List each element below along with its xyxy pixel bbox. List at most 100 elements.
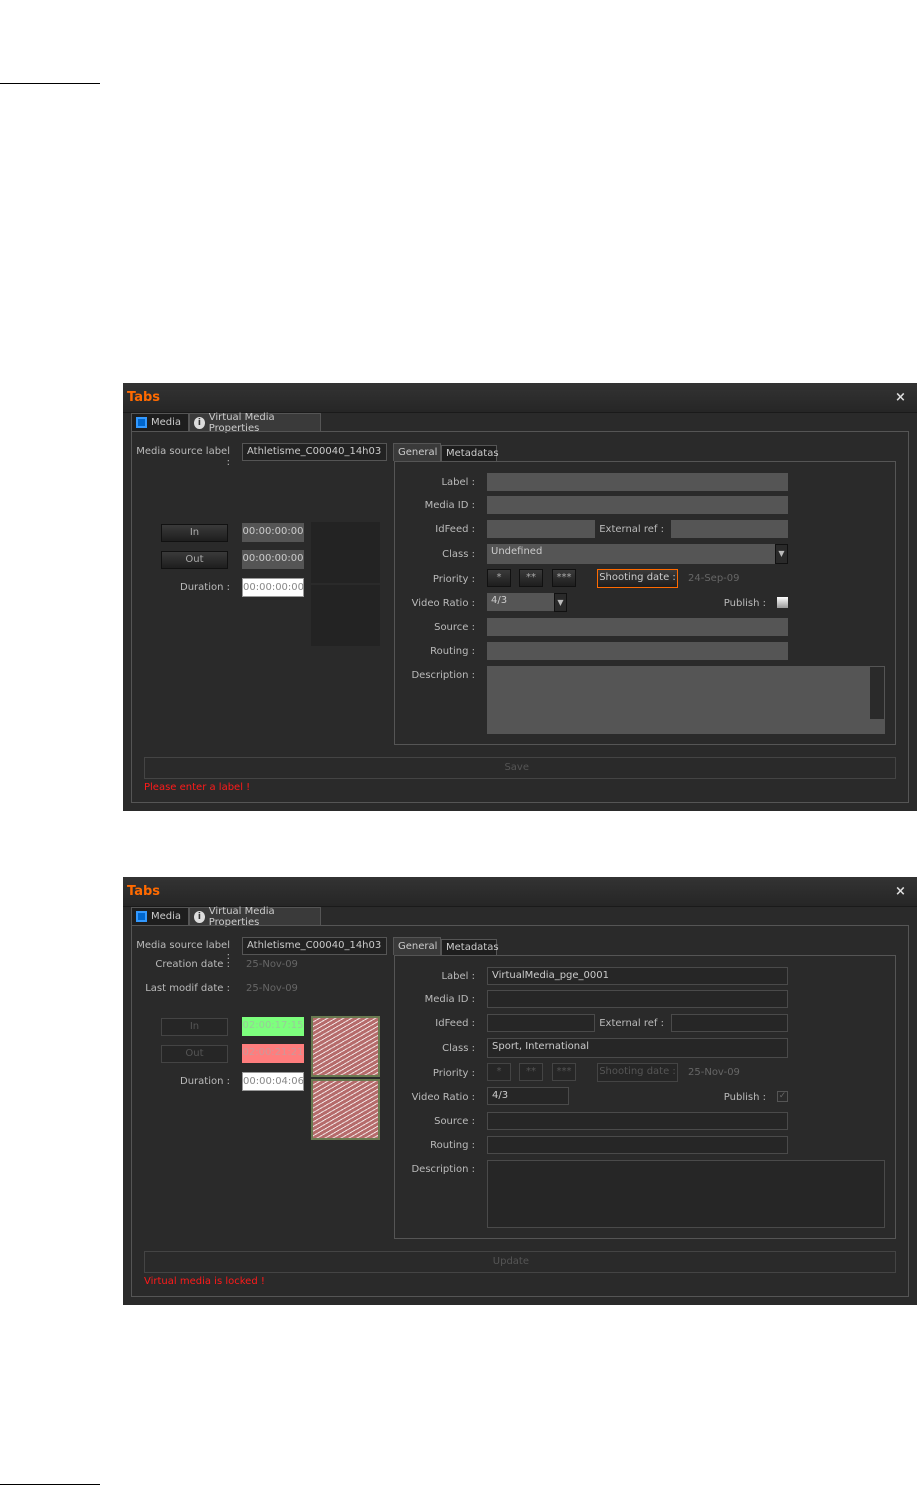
duration-label: Duration : (180, 582, 230, 593)
class-input[interactable]: Undefined (487, 544, 775, 564)
external-ref-input[interactable] (671, 520, 788, 538)
media-source-input[interactable]: Athletisme_C00040_14h03 (242, 937, 387, 955)
out-timecode: 02:00:21:21 (242, 1044, 304, 1063)
last-modif-date-label: Last modif date : (145, 983, 230, 994)
description-label: Description : (411, 670, 475, 681)
video-ratio-input[interactable]: 4/3 (487, 1087, 569, 1105)
priority-1-button[interactable]: * (487, 1063, 511, 1081)
subtab-metadatas[interactable]: Metadatas (441, 445, 499, 461)
label-input[interactable]: VirtualMedia_pge_0001 (487, 967, 788, 985)
routing-label: Routing : (430, 1140, 475, 1151)
external-ref-input[interactable] (671, 1014, 788, 1032)
close-icon[interactable]: × (895, 884, 906, 899)
tab-virtual-media-properties[interactable]: i Virtual Media Properties (189, 906, 321, 928)
tabs-window: Tabs × Media i Virtual Media Properties Media… (123, 877, 917, 1305)
title-bar (123, 877, 917, 907)
source-input[interactable] (487, 618, 788, 636)
tabs-window: Tabs × Media i Virtual Media Properties Media… (123, 383, 917, 811)
in-timecode: 02:00:17:15 (242, 1017, 304, 1036)
media-id-label: Media ID : (424, 500, 475, 511)
priority-1-button[interactable]: * (487, 569, 511, 587)
source-input[interactable] (487, 1112, 788, 1130)
publish-label: Publish : (723, 1092, 766, 1103)
tab-media[interactable]: Media (131, 413, 189, 431)
media-icon (136, 417, 147, 428)
source-label: Source : (434, 622, 475, 633)
shooting-date-value: 24-Sep-09 (688, 573, 740, 584)
creation-date-label: Creation date : (155, 959, 230, 970)
media-id-input[interactable] (487, 496, 788, 514)
publish-checkbox[interactable] (777, 597, 788, 608)
idfeed-label: IdFeed : (435, 524, 475, 535)
tab-virtual-media-properties[interactable]: i Virtual Media Properties (189, 412, 321, 434)
video-ratio-label: Video Ratio : (411, 598, 475, 609)
shooting-date-value: 25-Nov-09 (688, 1067, 740, 1078)
priority-2-button[interactable]: ** (519, 569, 543, 587)
description-input[interactable] (487, 1160, 885, 1228)
routing-input[interactable] (487, 642, 788, 660)
close-icon[interactable]: × (895, 390, 906, 405)
out-thumbnail (311, 1079, 380, 1140)
status-message: Please enter a label ! (144, 782, 251, 793)
update-button[interactable]: Update (144, 1251, 896, 1273)
publish-checkbox[interactable]: ✓ (777, 1091, 788, 1102)
save-button[interactable]: Save (144, 757, 896, 779)
routing-input[interactable] (487, 1136, 788, 1154)
out-button[interactable]: Out (161, 551, 228, 569)
media-source-label: Media source label : (136, 446, 230, 468)
publish-label: Publish : (723, 598, 766, 609)
shooting-date-button[interactable]: Shooting date : (597, 1063, 678, 1082)
video-ratio-chevron-down-icon[interactable]: ▼ (554, 593, 567, 612)
shooting-date-button[interactable]: Shooting date : (597, 569, 678, 588)
out-timecode: 00:00:00:00 (242, 550, 304, 569)
priority-3-button[interactable]: *** (552, 569, 576, 587)
label-label: Label : (441, 477, 475, 488)
last-modif-date-value: 25-Nov-09 (246, 983, 298, 994)
class-label: Class : (442, 1043, 475, 1054)
label-input[interactable] (487, 473, 788, 491)
media-id-input[interactable] (487, 990, 788, 1008)
status-message: Virtual media is locked ! (144, 1276, 265, 1287)
in-thumbnail (311, 522, 380, 583)
priority-2-button[interactable]: ** (519, 1063, 543, 1081)
external-ref-label: External ref : (599, 1018, 664, 1029)
subtab-metadatas[interactable]: Metadatas (441, 939, 499, 955)
subtab-general[interactable]: General (393, 937, 441, 955)
media-source-input[interactable]: Athletisme_C00040_14h03 (242, 443, 387, 461)
source-label: Source : (434, 1116, 475, 1127)
in-timecode: 00:00:00:00 (242, 523, 304, 542)
duration-label: Duration : (180, 1076, 230, 1087)
priority-label: Priority : (432, 1068, 475, 1079)
priority-3-button[interactable]: *** (552, 1063, 576, 1081)
routing-label: Routing : (430, 646, 475, 657)
creation-date-value: 25-Nov-09 (246, 959, 298, 970)
duration-timecode: 00:00:00:00 (242, 578, 304, 597)
tab-media[interactable]: Media (131, 907, 189, 925)
tab-label: Media (151, 417, 182, 428)
duration-timecode: 00:00:04:06 (242, 1072, 304, 1091)
media-icon (136, 911, 147, 922)
class-dropdown-chevron-down-icon[interactable]: ▼ (775, 544, 788, 564)
idfeed-label: IdFeed : (435, 1018, 475, 1029)
out-thumbnail (311, 585, 380, 646)
out-button[interactable]: Out (161, 1045, 228, 1063)
media-id-label: Media ID : (424, 994, 475, 1005)
description-scrollbar[interactable] (870, 667, 884, 719)
document-page: Tabs × Media i Virtual Media Properties Media… (0, 0, 917, 1486)
info-icon: i (194, 416, 205, 429)
in-button[interactable]: In (161, 524, 228, 542)
priority-label: Priority : (432, 574, 475, 585)
external-ref-label: External ref : (599, 524, 664, 535)
video-ratio-label: Video Ratio : (411, 1092, 475, 1103)
in-thumbnail (311, 1016, 380, 1077)
description-input[interactable] (487, 666, 885, 734)
label-label: Label : (441, 971, 475, 982)
header-rule (0, 83, 100, 84)
subtab-general[interactable]: General (393, 443, 441, 461)
class-input[interactable]: Sport, International (487, 1038, 788, 1058)
in-button[interactable]: In (161, 1018, 228, 1036)
video-ratio-input[interactable]: 4/3 (487, 593, 555, 611)
window-title: Tabs (127, 390, 161, 405)
window-title: Tabs (127, 884, 161, 899)
title-bar (123, 383, 917, 413)
